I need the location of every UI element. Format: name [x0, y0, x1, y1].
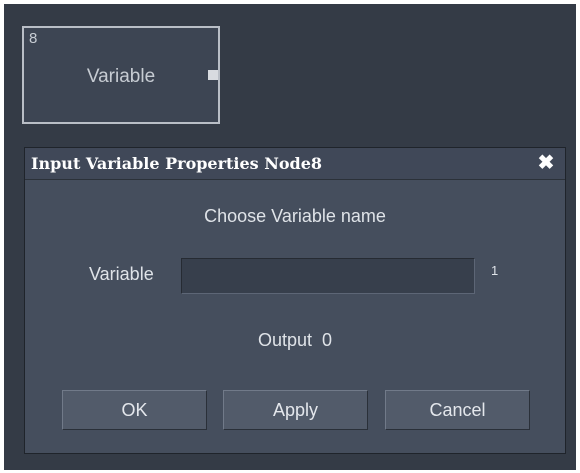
variable-field-hint: 1: [491, 263, 499, 278]
node-id: 8: [29, 30, 38, 47]
dialog-title: Input Variable Properties Node8: [31, 154, 323, 173]
close-icon[interactable]: ✖: [535, 151, 557, 175]
ok-button[interactable]: OK: [62, 390, 207, 430]
workspace-canvas[interactable]: 8 Variable Input Variable Properties Nod…: [4, 4, 576, 470]
output-port[interactable]: [208, 70, 218, 80]
properties-dialog: Input Variable Properties Node8 ✖ Choose…: [24, 147, 566, 454]
variable-node[interactable]: 8 Variable: [22, 26, 220, 124]
prompt-text: Choose Variable name: [204, 206, 386, 226]
dialog-titlebar[interactable]: Input Variable Properties Node8 ✖: [25, 148, 565, 180]
variable-name-input[interactable]: [181, 258, 475, 294]
node-label: Variable: [86, 66, 156, 87]
output-readout: Output 0: [257, 330, 333, 350]
apply-button[interactable]: Apply: [223, 390, 368, 430]
variable-field-label: Variable: [89, 264, 154, 284]
cancel-button[interactable]: Cancel: [385, 390, 530, 430]
